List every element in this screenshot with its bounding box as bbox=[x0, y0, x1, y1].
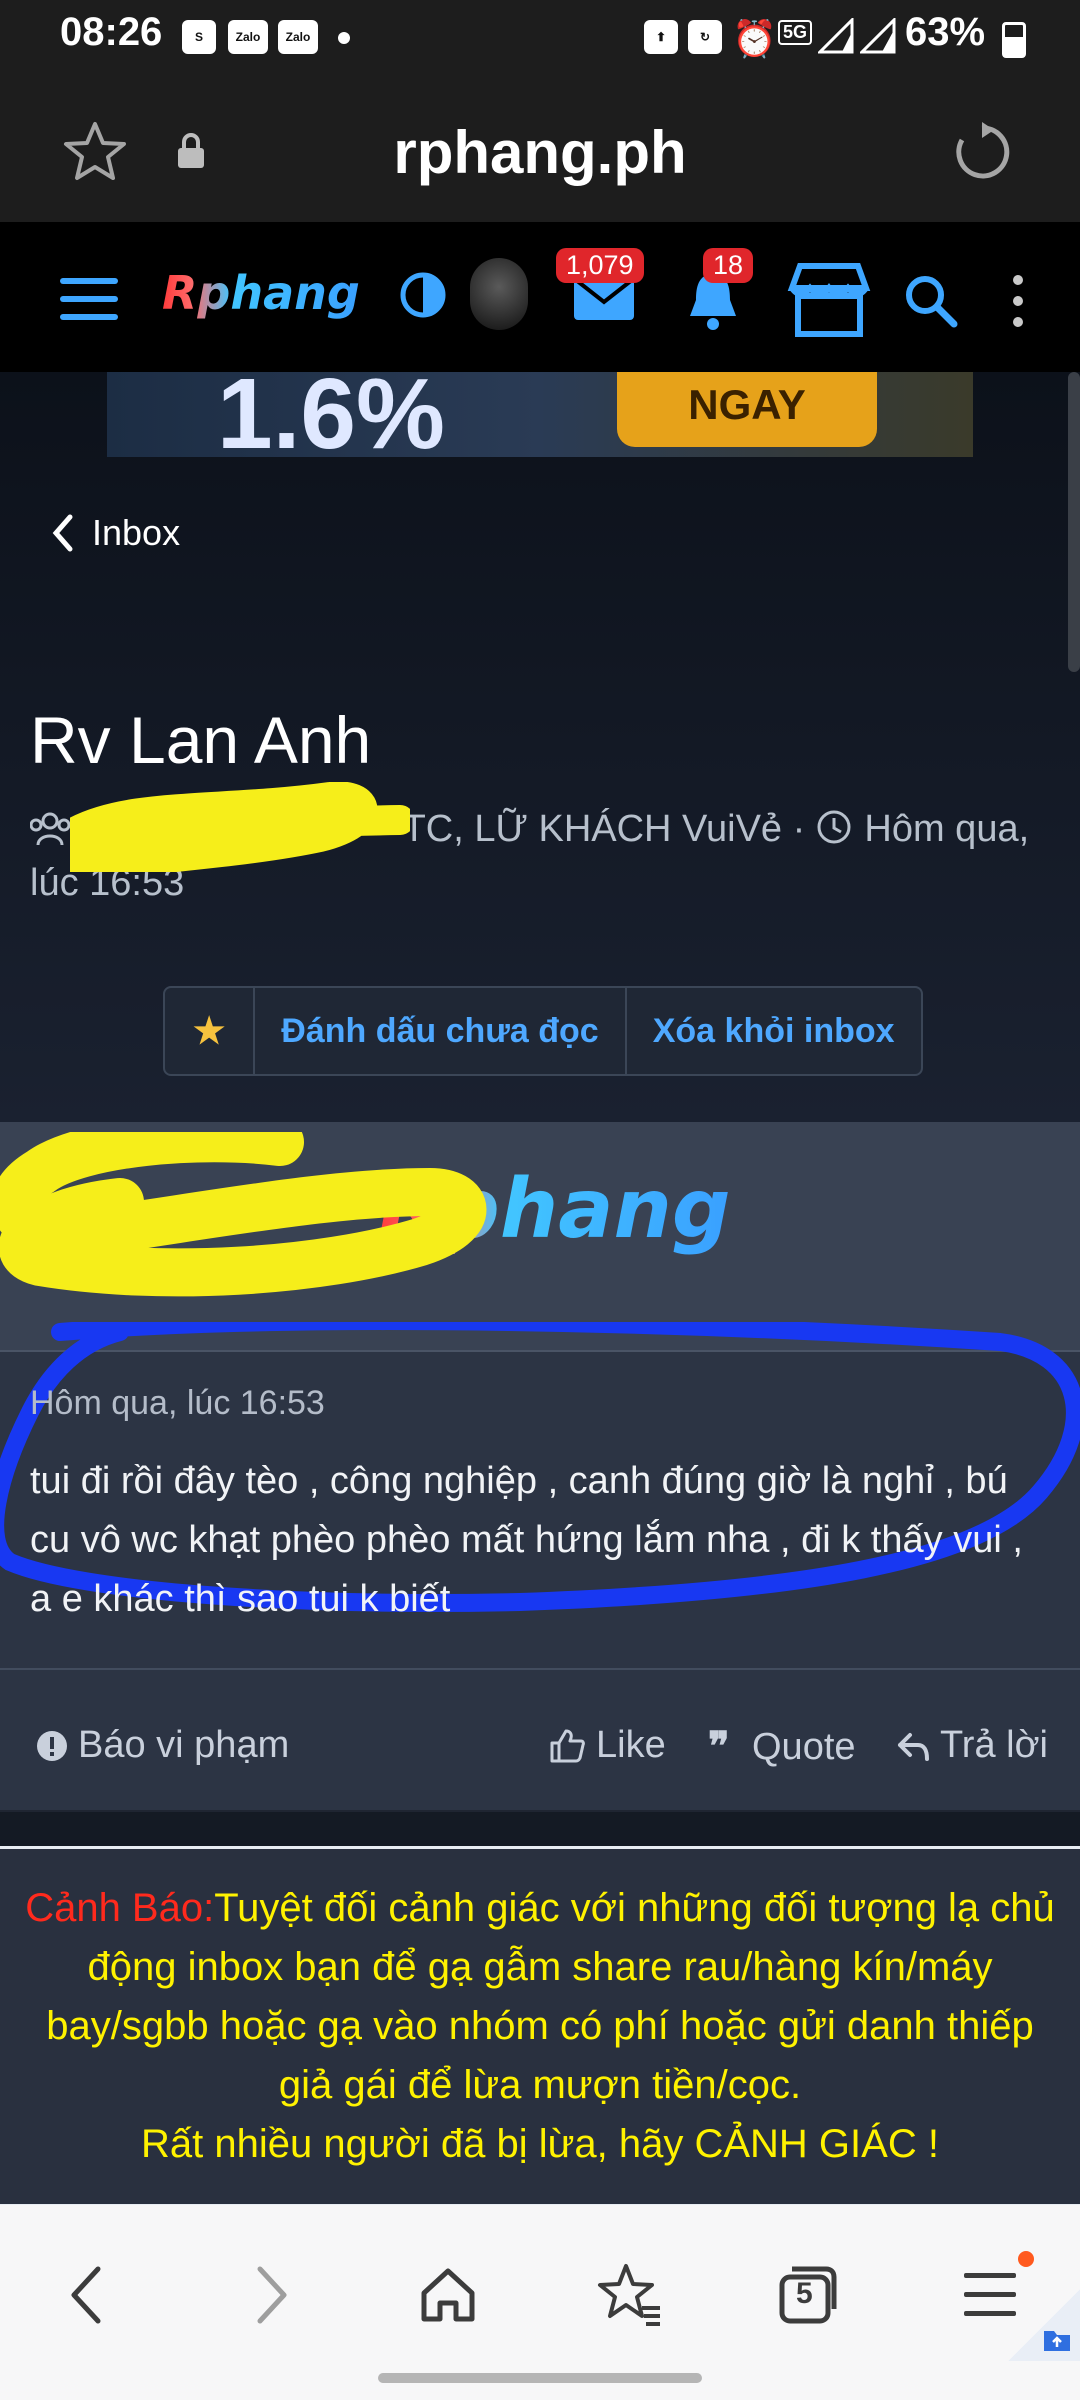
star-button[interactable]: ★ bbox=[165, 988, 256, 1074]
signal-icon bbox=[860, 18, 896, 54]
url-text[interactable]: rphang.ph bbox=[0, 118, 1080, 187]
divider bbox=[0, 1668, 1080, 1670]
scam-warning-box: Cảnh Báo:Tuyệt đối cảnh giác với những đ… bbox=[0, 1846, 1080, 2207]
browser-url-bar: rphang.ph bbox=[0, 70, 1080, 222]
message-card: Rphang Hôm qua, lúc 16:53 tui đi rồi đây… bbox=[0, 1122, 1080, 1812]
zalo-icon: Zalo bbox=[278, 20, 318, 54]
shopee-icon: S bbox=[182, 20, 216, 54]
data-saver-icon: ↻ bbox=[688, 20, 722, 54]
status-time: 08:26 bbox=[60, 10, 163, 54]
home-button[interactable] bbox=[410, 2257, 486, 2333]
conversation-actions: ★ Đánh dấu chưa đọc Xóa khỏi inbox bbox=[163, 986, 923, 1076]
reply-button[interactable]: Trả lời bbox=[896, 1724, 1048, 1767]
notification-dot bbox=[1018, 2251, 1034, 2267]
chevron-right-icon bbox=[257, 2266, 287, 2324]
divider bbox=[0, 1810, 1080, 1812]
alarm-icon: ⏰ bbox=[732, 18, 777, 59]
back-label: Inbox bbox=[92, 512, 181, 553]
quote-label: Quote bbox=[752, 1725, 856, 1768]
bookmarks-button[interactable] bbox=[592, 2257, 668, 2333]
quote-icon: ❞ bbox=[708, 1725, 730, 1769]
upload-icon: ⬆ bbox=[644, 20, 678, 54]
avatar[interactable] bbox=[470, 258, 528, 330]
folder-upload-icon bbox=[1044, 2331, 1070, 2351]
conversation-title: Rv Lan Anh bbox=[30, 703, 372, 777]
quote-button[interactable]: ❞ Quote bbox=[708, 1724, 856, 1770]
store-icon[interactable] bbox=[786, 262, 872, 338]
banner-percent: 1.6% bbox=[217, 372, 445, 457]
tabs-button[interactable]: 5 bbox=[770, 2257, 846, 2333]
battery-percent: 63% bbox=[905, 10, 986, 54]
menu-icon[interactable] bbox=[60, 276, 118, 322]
mark-unread-button[interactable]: Đánh dấu chưa đọc bbox=[255, 988, 627, 1074]
dot-icon bbox=[338, 32, 350, 44]
ad-banner[interactable]: 1.6% NGAY bbox=[107, 372, 973, 457]
browser-bottom-nav: 5 bbox=[0, 2205, 1080, 2400]
participants-icon bbox=[30, 811, 74, 847]
floating-action-corner[interactable] bbox=[1008, 2289, 1080, 2361]
zalo-icon: Zalo bbox=[228, 20, 268, 54]
message-user-area: Rphang bbox=[0, 1122, 1080, 1352]
message-time: Hôm qua, lúc 16:53 bbox=[30, 1384, 325, 1422]
thumbs-up-icon bbox=[550, 1729, 585, 1762]
report-label: Báo vi phạm bbox=[78, 1724, 290, 1766]
alert-icon bbox=[37, 1730, 67, 1761]
participants-list[interactable]: TC, LỮ KHÁCH VuiVẻ · bbox=[403, 808, 806, 850]
chevron-left-icon bbox=[52, 514, 73, 552]
scrollbar[interactable] bbox=[1068, 372, 1080, 672]
clock-icon bbox=[816, 809, 854, 845]
like-button[interactable]: Like bbox=[548, 1724, 666, 1767]
gesture-handle[interactable] bbox=[378, 2373, 702, 2383]
redaction-scribble bbox=[0, 1132, 487, 1297]
warning-title: Cảnh Báo: bbox=[25, 1886, 215, 1930]
alerts-count-badge: 18 bbox=[703, 248, 754, 283]
banner-button[interactable]: NGAY bbox=[617, 372, 877, 447]
message-body: tui đi rồi đây tèo , công nghiệp , canh … bbox=[30, 1460, 1023, 1620]
search-icon[interactable] bbox=[904, 274, 958, 328]
more-options-icon[interactable] bbox=[1008, 274, 1028, 328]
inbox-count-badge: 1,079 bbox=[556, 248, 644, 283]
site-navbar: Rphang 1,079 18 bbox=[0, 222, 1080, 372]
back-button[interactable] bbox=[48, 2257, 124, 2333]
back-to-inbox-link[interactable]: Inbox bbox=[50, 512, 180, 554]
tabs-count: 5 bbox=[796, 2277, 813, 2310]
conversation-header: 1.6% NGAY Inbox Rv Lan Anh TC, LỮ KHÁCH … bbox=[0, 372, 1080, 1122]
like-label: Like bbox=[596, 1724, 666, 1766]
status-bar: 08:26 S Zalo Zalo ⬆ ↻ ⏰ 5G 63% bbox=[0, 0, 1080, 70]
remove-from-inbox-button[interactable]: Xóa khỏi inbox bbox=[627, 988, 921, 1074]
report-button[interactable]: Báo vi phạm bbox=[36, 1724, 289, 1767]
reply-label: Trả lời bbox=[940, 1724, 1048, 1766]
star-list-icon bbox=[598, 2264, 660, 2326]
battery-icon bbox=[1002, 22, 1026, 58]
signal-icon bbox=[818, 18, 854, 54]
site-logo[interactable]: Rphang bbox=[162, 266, 360, 320]
warning-text: Cảnh Báo:Tuyệt đối cảnh giác với những đ… bbox=[20, 1879, 1060, 2174]
home-icon bbox=[421, 2268, 475, 2322]
chevron-left-icon bbox=[71, 2266, 101, 2324]
theme-toggle-icon[interactable] bbox=[400, 272, 446, 318]
warning-footer: Rất nhiều người đã bị lừa, hãy CẢNH GIÁC… bbox=[141, 2122, 939, 2166]
reload-icon[interactable] bbox=[950, 120, 1014, 184]
redaction-scribble bbox=[70, 782, 410, 872]
forward-button[interactable] bbox=[234, 2257, 310, 2333]
reply-icon bbox=[898, 1732, 929, 1761]
5g-icon: 5G bbox=[778, 20, 813, 45]
